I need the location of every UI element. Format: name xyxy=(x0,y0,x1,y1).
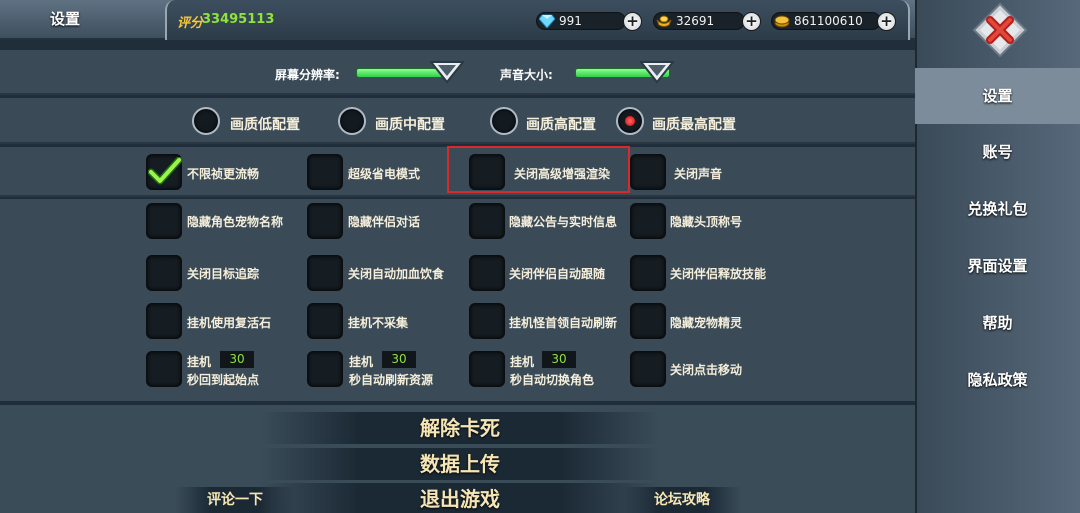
coin-counter: 861100610 xyxy=(771,12,881,30)
diamond-icon xyxy=(539,14,555,28)
option-afk-switch-role-checkbox[interactable] xyxy=(469,351,505,387)
option-afk-refresh-resource-checkbox[interactable] xyxy=(307,351,343,387)
quality-highest-label: 画质最高配置 xyxy=(652,117,736,133)
option-hide-pet-sprite-checkbox[interactable] xyxy=(630,303,666,339)
option-afk-return-start-prefix: 挂机 xyxy=(187,355,212,369)
sidebar-item-redeem[interactable]: 兑换礼包 xyxy=(915,181,1080,237)
option-disable-click-move-checkbox[interactable] xyxy=(630,351,666,387)
options-grid-panel xyxy=(0,199,915,401)
score-label: 评分 xyxy=(177,16,204,31)
review-button[interactable]: 评论一下 xyxy=(175,487,295,513)
option-hide-pet-sprite-label: 隐藏宠物精灵 xyxy=(670,316,743,330)
diamond-counter: 991 xyxy=(536,12,626,30)
gold-ingot-value: 32691 xyxy=(676,14,715,28)
option-auto-revive-stone-checkbox[interactable] xyxy=(146,303,182,339)
quality-medium-radio[interactable] xyxy=(338,107,366,135)
option-power-save-label: 超级省电模式 xyxy=(348,167,421,181)
gold-ingot-icon xyxy=(656,15,672,27)
sidebar-item-account[interactable]: 账号 xyxy=(915,124,1080,180)
option-disable-target-tracking-checkbox[interactable] xyxy=(146,255,182,291)
upload-data-button[interactable]: 数据上传 xyxy=(260,448,660,480)
option-mute-checkbox[interactable] xyxy=(630,154,666,190)
quality-highest-radio[interactable] xyxy=(616,107,644,135)
option-hide-pet-names-checkbox[interactable] xyxy=(146,203,182,239)
coin-icon xyxy=(774,15,790,28)
exit-game-button[interactable]: 退出游戏 xyxy=(260,483,660,513)
forum-guide-button[interactable]: 论坛攻略 xyxy=(622,487,742,513)
option-disable-partner-follow-label: 关闭伴侣自动跟随 xyxy=(509,267,606,281)
exit-game-label: 退出游戏 xyxy=(420,487,500,511)
option-afk-refresh-resource-suffix: 秒自动刷新资源 xyxy=(349,373,434,387)
option-afk-switch-role-suffix: 秒自动切换角色 xyxy=(510,373,595,387)
coin-value: 861100610 xyxy=(794,14,863,28)
highlight-box xyxy=(447,146,630,193)
quality-panel xyxy=(0,98,915,144)
review-label: 评论一下 xyxy=(207,492,263,508)
unstuck-label: 解除卡死 xyxy=(420,416,500,440)
option-disable-auto-heal-checkbox[interactable] xyxy=(307,255,343,291)
quality-low-label: 画质低配置 xyxy=(230,117,300,133)
option-hide-announcements-checkbox[interactable] xyxy=(469,203,505,239)
option-mute-label: 关闭声音 xyxy=(674,167,723,181)
afk-switch-seconds-input[interactable]: 30 xyxy=(542,351,576,368)
option-unlimited-fps-label: 不限祯更流畅 xyxy=(187,167,260,181)
add-gold-ingot-button[interactable]: + xyxy=(742,12,761,31)
quality-medium-label: 画质中配置 xyxy=(375,117,445,133)
volume-label: 声音大小: xyxy=(500,68,553,82)
quality-low-radio[interactable] xyxy=(192,107,220,135)
resolution-label: 屏幕分辨率: xyxy=(275,68,340,82)
quality-high-radio[interactable] xyxy=(490,107,518,135)
volume-slider-handle[interactable] xyxy=(640,60,674,84)
gold-ingot-counter: 32691 xyxy=(653,12,745,30)
add-diamond-button[interactable]: + xyxy=(623,12,642,31)
option-afk-switch-role-prefix: 挂机 xyxy=(510,355,535,369)
upload-data-label: 数据上传 xyxy=(420,452,500,476)
option-disable-click-move-label: 关闭点击移动 xyxy=(670,363,743,377)
option-afk-refresh-resource-prefix: 挂机 xyxy=(349,355,374,369)
option-auto-revive-stone-label: 挂机使用复活石 xyxy=(187,316,272,330)
option-afk-boss-refresh-checkbox[interactable] xyxy=(469,303,505,339)
sidebar-item-privacy[interactable]: 隐私政策 xyxy=(915,352,1080,408)
option-hide-pet-names-label: 隐藏角色宠物名称 xyxy=(187,215,284,229)
unstuck-button[interactable]: 解除卡死 xyxy=(260,412,660,444)
option-disable-partner-skills-checkbox[interactable] xyxy=(630,255,666,291)
option-afk-no-gather-label: 挂机不采集 xyxy=(348,316,409,330)
add-coin-button[interactable]: + xyxy=(877,12,896,31)
option-power-save-checkbox[interactable] xyxy=(307,154,343,190)
option-hide-titles-checkbox[interactable] xyxy=(630,203,666,239)
option-afk-return-start-suffix: 秒回到起始点 xyxy=(187,373,260,387)
option-disable-target-tracking-label: 关闭目标追踪 xyxy=(187,267,260,281)
close-icon xyxy=(972,2,1028,58)
selected-indicator xyxy=(625,116,635,126)
quality-high-label: 画质高配置 xyxy=(526,117,596,133)
option-disable-partner-follow-checkbox[interactable] xyxy=(469,255,505,291)
sidebar-item-interface[interactable]: 界面设置 xyxy=(915,238,1080,294)
option-afk-return-start-checkbox[interactable] xyxy=(146,351,182,387)
afk-refresh-seconds-input[interactable]: 30 xyxy=(382,351,416,368)
option-afk-no-gather-checkbox[interactable] xyxy=(307,303,343,339)
score-value: 33495113 xyxy=(202,12,275,27)
option-hide-partner-dialog-label: 隐藏伴侣对话 xyxy=(348,215,421,229)
sidebar-item-settings[interactable]: 设置 xyxy=(915,68,1080,124)
option-disable-partner-skills-label: 关闭伴侣释放技能 xyxy=(670,267,767,281)
checkmark-icon xyxy=(148,157,182,185)
option-disable-auto-heal-label: 关闭自动加血饮食 xyxy=(348,267,445,281)
option-afk-boss-refresh-label: 挂机怪首领自动刷新 xyxy=(509,316,618,330)
sidebar-item-help[interactable]: 帮助 xyxy=(915,295,1080,351)
option-hide-titles-label: 隐藏头顶称号 xyxy=(670,215,743,229)
forum-guide-label: 论坛攻略 xyxy=(654,492,710,508)
option-hide-partner-dialog-checkbox[interactable] xyxy=(307,203,343,239)
diamond-value: 991 xyxy=(559,14,582,28)
close-button[interactable] xyxy=(972,2,1028,58)
option-hide-announcements-label: 隐藏公告与实时信息 xyxy=(509,215,618,229)
resolution-slider-handle[interactable] xyxy=(430,60,464,84)
page-title: 设置 xyxy=(50,10,81,28)
afk-return-seconds-input[interactable]: 30 xyxy=(220,351,254,368)
